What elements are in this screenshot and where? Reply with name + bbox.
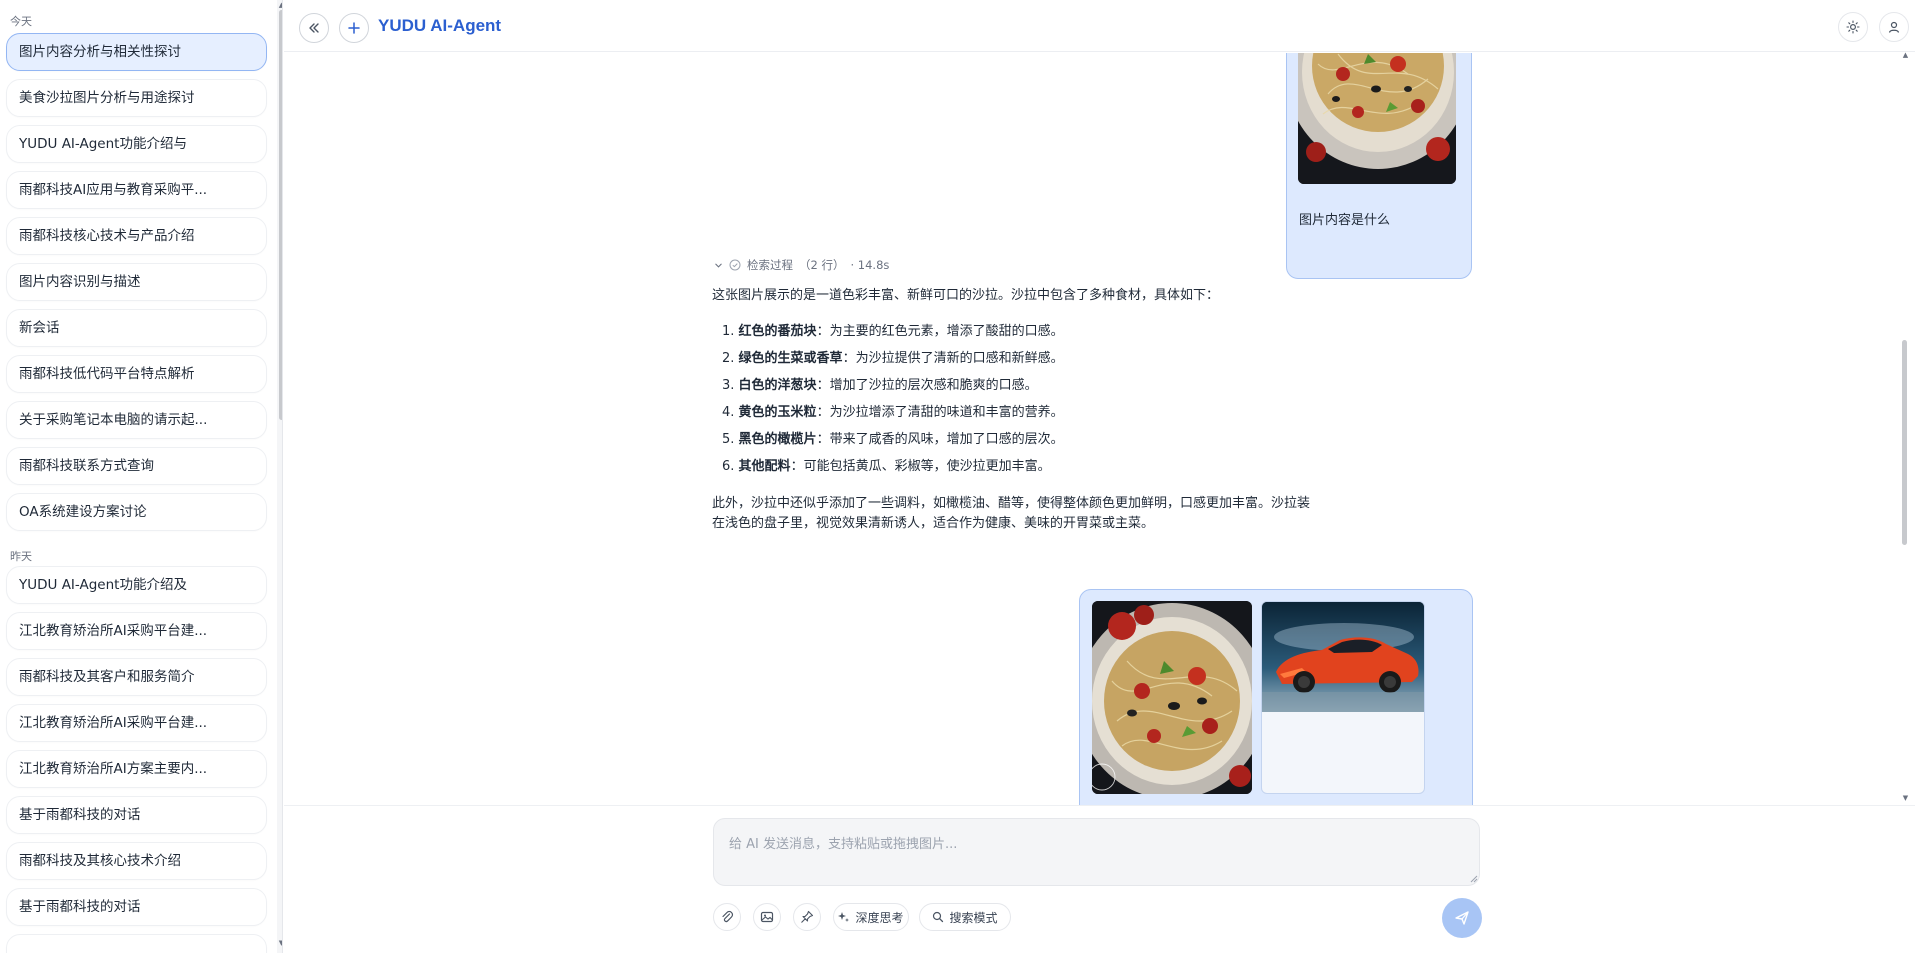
double-chevron-left-icon [309, 23, 319, 33]
group-label-today: 今天 [10, 15, 32, 28]
pin-icon [801, 910, 814, 923]
composer: 给 AI 发送消息，支持粘贴或拖拽图片... 深度思考 搜索模式 [284, 805, 1915, 953]
answer-outro: 此外，沙拉中还似乎添加了一些调料，如橄榄油、醋等，使得整体颜色更加鲜明，口感更加… [712, 496, 1311, 531]
search-mode-label: 搜索模式 [949, 910, 998, 925]
conversation-item[interactable]: 江北教育矫治所AI采购平台建... [6, 612, 267, 650]
chevron-down-icon [715, 263, 722, 268]
deep-think-label: 深度思考 [855, 910, 904, 925]
conversation-item[interactable]: 基于雨都科技的对话 [6, 796, 267, 834]
scroll-up-arrow-icon[interactable]: ▲ [278, 2, 282, 9]
scroll-down-arrow-icon[interactable]: ▼ [278, 940, 282, 947]
theme-toggle-button[interactable] [1838, 12, 1868, 42]
attach-file-button[interactable] [713, 903, 741, 931]
conversation-item[interactable]: 江北教育矫治所AI方案主要内... [6, 750, 267, 788]
conversation-item[interactable]: 雨都科技AI应用与教育采购平... [6, 171, 267, 209]
conversation-item[interactable]: 雨都科技及其核心技术介绍 [6, 842, 267, 880]
conversation-item[interactable]: 雨都科技低代码平台特点解析 [6, 355, 267, 393]
list-item: 4. 黄色的玉米粒：为沙拉增添了清甜的味道和丰富的营养。 [722, 405, 1064, 420]
conversation-item[interactable]: YUDU AI-Agent功能介绍与 [6, 125, 267, 163]
new-chat-button[interactable] [339, 13, 369, 43]
sidebar: 今天 图片内容分析与相关性探讨 美食沙拉图片分析与用途探讨 YUDU AI-Ag… [0, 0, 283, 953]
deep-think-toggle[interactable]: 深度思考 [833, 903, 909, 931]
top-bar: YUDU AI-Agent [284, 0, 1915, 52]
conversation-item[interactable]: 新会话 [6, 309, 267, 347]
user-account-button[interactable] [1879, 12, 1909, 42]
upload-image-button[interactable] [753, 903, 781, 931]
message-input[interactable]: 给 AI 发送消息，支持粘贴或拖拽图片... [713, 818, 1480, 886]
send-icon [1455, 911, 1469, 925]
image-tile[interactable] [1261, 601, 1425, 794]
plus-icon [348, 22, 360, 34]
conversation-item[interactable]: 关于采购笔记本电脑的请示起... [6, 401, 267, 439]
conversation-item[interactable]: 雨都科技核心技术与产品介绍 [6, 217, 267, 255]
conversation-item[interactable]: 美食沙拉图片分析与用途探讨 [6, 79, 267, 117]
conversation-item[interactable]: OA系统建设方案讨论 [6, 493, 267, 531]
conversation-item[interactable]: 江北教育矫治所AI采购平台建... [6, 704, 267, 742]
sports-car-image[interactable] [1262, 602, 1424, 712]
resize-grip-icon[interactable] [1470, 875, 1478, 883]
user-message-bubble [1079, 589, 1473, 805]
answer-intro: 这张图片展示的是一道色彩丰富、新鲜可口的沙拉。沙拉中包含了多种食材，具体如下： [712, 288, 1220, 303]
app-title: YUDU AI-Agent [378, 16, 502, 35]
sidebar-scrollbar-thumb[interactable] [279, 10, 282, 420]
user-message-bubble: 图片内容是什么 [1286, 53, 1472, 279]
chat-scrollbar-thumb[interactable] [1902, 340, 1907, 545]
send-button[interactable] [1442, 898, 1482, 938]
retrieval-process-toggle[interactable]: 检索过程 （2 行） · 14.8s [714, 257, 889, 273]
process-duration: · 14.8s [850, 258, 890, 272]
conversation-item[interactable]: 雨都科技及其客户和服务简介 [6, 658, 267, 696]
salad-image[interactable] [1092, 601, 1252, 794]
collapse-sidebar-button[interactable] [299, 13, 329, 43]
check-circle-icon [729, 259, 741, 271]
list-item: 2. 绿色的生菜或香草：为沙拉提供了清新的口感和新鲜感。 [722, 351, 1064, 366]
conversation-item[interactable]: 图片内容分析与相关性探讨 [6, 33, 267, 71]
image-icon [760, 911, 774, 923]
group-label-yesterday: 昨天 [10, 550, 32, 563]
pin-button[interactable] [793, 903, 821, 931]
chat-scroll-up-icon[interactable]: ▲ [1902, 52, 1909, 59]
chat-scroll-down-icon[interactable]: ▼ [1902, 795, 1909, 802]
conversation-item[interactable]: YUDU AI-Agent功能介绍及 [6, 566, 267, 604]
paperclip-icon [722, 910, 734, 923]
list-item: 3. 白色的洋葱块：增加了沙拉的层次感和脆爽的口感。 [722, 378, 1038, 393]
assistant-message: 这张图片展示的是一道色彩丰富、新鲜可口的沙拉。沙拉中包含了多种食材，具体如下： … [712, 286, 1392, 534]
ingredient-list: 1. 红色的番茄块：为主要的红色元素，增添了酸甜的口感。 2. 绿色的生菜或香草… [712, 322, 1392, 484]
search-icon [933, 911, 944, 923]
list-item: 5. 黑色的橄榄片：带来了咸香的风味，增加了口感的层次。 [722, 432, 1064, 447]
search-mode-toggle[interactable]: 搜索模式 [919, 903, 1011, 931]
user-message-text: 图片内容是什么 [1299, 213, 1391, 228]
process-lines: （2 行） [799, 258, 845, 272]
conversation-item[interactable]: 图片内容识别与描述 [6, 263, 267, 301]
user-icon [1888, 21, 1900, 33]
sparkle-icon [838, 912, 850, 922]
conversation-item[interactable]: 基于雨都科技的对话 [6, 888, 267, 926]
conversation-item-partial[interactable] [6, 934, 267, 953]
chat-area: 图片内容是什么 检索过程 （2 行） · 14.8s 这张图片展示的是一道色彩丰… [284, 53, 1904, 805]
list-item: 6. 其他配料：可能包括黄瓜、彩椒等，使沙拉更加丰富。 [722, 459, 1051, 474]
list-item: 1. 红色的番茄块：为主要的红色元素，增添了酸甜的口感。 [722, 324, 1064, 339]
process-label: 检索过程 [747, 258, 793, 272]
conversation-list[interactable]: 今天 图片内容分析与相关性探讨 美食沙拉图片分析与用途探讨 YUDU AI-Ag… [0, 0, 275, 953]
conversation-item[interactable]: 雨都科技联系方式查询 [6, 447, 267, 485]
sun-icon [1846, 20, 1860, 34]
salad-image[interactable] [1298, 53, 1456, 184]
